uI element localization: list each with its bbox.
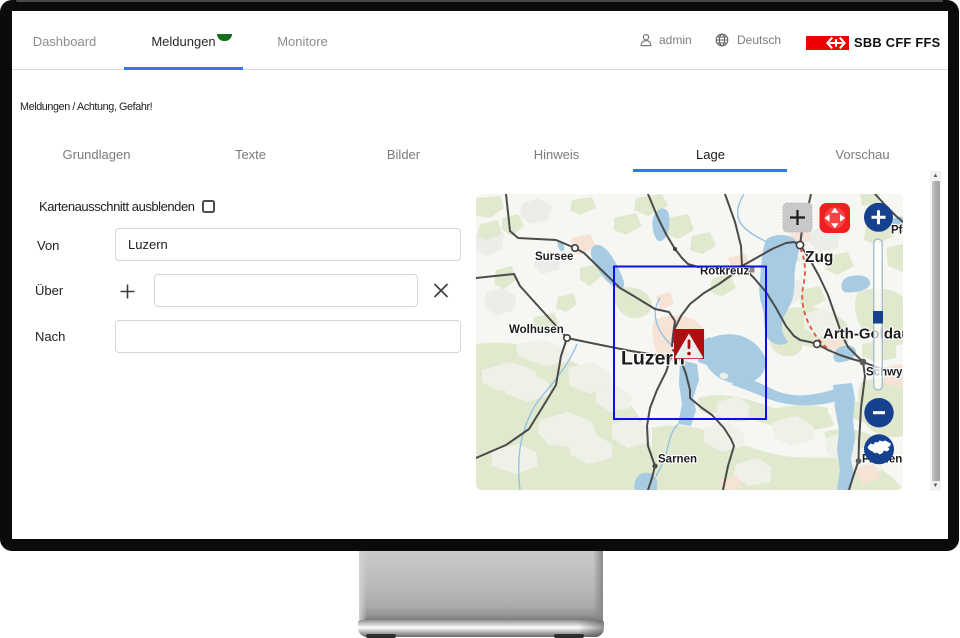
svg-text:Sursee: Sursee xyxy=(535,251,573,263)
svg-text:Zug: Zug xyxy=(805,249,833,266)
svg-text:Schwyz: Schwyz xyxy=(866,367,903,379)
svg-text:Wolhusen: Wolhusen xyxy=(509,324,564,336)
svg-text:Pf: Pf xyxy=(891,225,903,237)
svg-text:Sarnen: Sarnen xyxy=(658,454,697,466)
svg-text:Arth-Goldau: Arth-Goldau xyxy=(823,326,903,343)
